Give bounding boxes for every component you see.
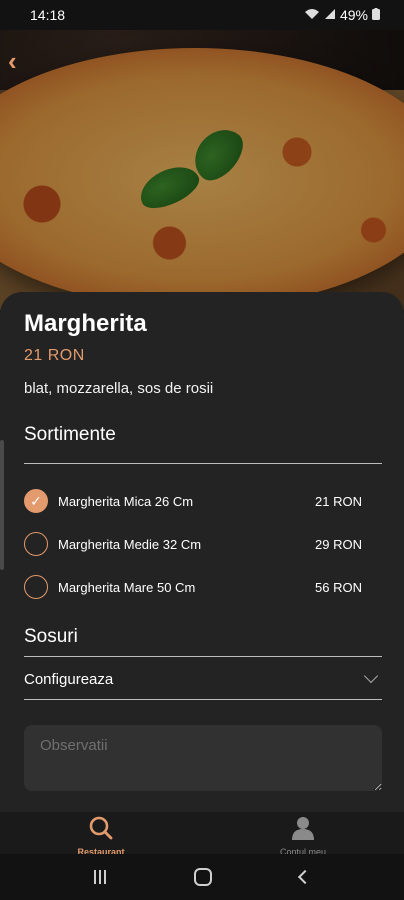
option-label: Margherita Mica 26 Cm	[58, 493, 194, 509]
option-label: Margherita Mare 50 Cm	[58, 579, 196, 595]
bottom-tab-bar: Restaurant Contul meu	[0, 812, 404, 857]
notes-input[interactable]	[24, 725, 382, 791]
product-description: blat, mozzarella, sos de rosii	[24, 380, 214, 397]
product-image	[0, 30, 404, 310]
product-detail-sheet: Margherita 21 RON blat, mozzarella, sos …	[0, 292, 404, 812]
radio-unchecked-icon[interactable]	[24, 532, 48, 556]
recents-icon[interactable]	[94, 870, 106, 884]
search-icon	[88, 816, 114, 845]
back-arrow-icon[interactable]: ‹	[8, 46, 17, 77]
option-row[interactable]: ✓ Margherita Mica 26 Cm 21 RON	[24, 486, 362, 516]
sauce-config-dropdown[interactable]: Configureaza	[24, 659, 382, 699]
divider	[24, 463, 382, 464]
option-label: Margherita Medie 32 Cm	[58, 536, 202, 552]
radio-unchecked-icon[interactable]	[24, 575, 48, 599]
section-title-sosuri: Sosuri	[24, 626, 78, 647]
divider	[24, 699, 382, 700]
user-icon	[291, 816, 315, 845]
status-indicators: 49%	[304, 7, 380, 23]
option-row[interactable]: Margherita Mare 50 Cm 56 RON	[24, 572, 362, 602]
tab-restaurant[interactable]: Restaurant	[0, 812, 202, 857]
scroll-indicator	[0, 440, 4, 570]
section-title-sortimente: Sortimente	[24, 424, 116, 445]
product-title: Margherita	[24, 310, 147, 337]
chevron-down-icon	[363, 668, 379, 684]
status-time: 14:18	[30, 7, 66, 23]
option-price: 56 RON	[315, 579, 362, 595]
system-nav-bar	[0, 854, 404, 900]
battery-percent: 49%	[339, 7, 368, 23]
home-icon[interactable]	[194, 868, 212, 886]
status-bar: 14:18 49%	[0, 0, 404, 30]
product-price: 21 RON	[24, 347, 85, 364]
radio-checked-icon[interactable]: ✓	[24, 489, 48, 513]
option-price: 29 RON	[315, 536, 362, 552]
back-icon[interactable]	[297, 869, 313, 885]
wifi-icon	[304, 8, 320, 23]
divider	[24, 656, 382, 657]
tab-account[interactable]: Contul meu	[202, 812, 404, 857]
option-price: 21 RON	[315, 493, 362, 509]
signal-icon	[324, 8, 336, 23]
option-row[interactable]: Margherita Medie 32 Cm 29 RON	[24, 529, 362, 559]
battery-icon	[372, 7, 380, 23]
dropdown-label: Configureaza	[24, 670, 114, 688]
